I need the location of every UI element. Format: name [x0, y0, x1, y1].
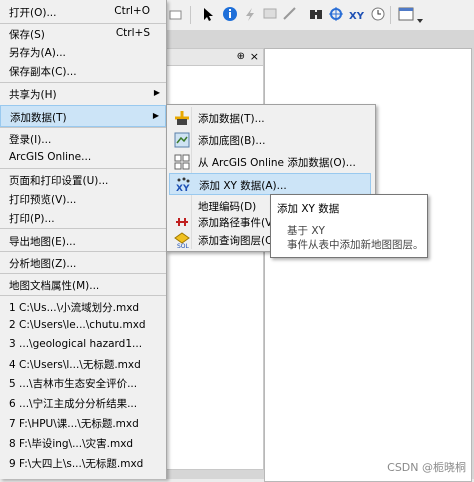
- recent-file-item[interactable]: 9 F:\大四上\s...\无标题.mxd: [0, 452, 166, 474]
- submenu-item-label: 从 ArcGIS Online 添加数据(O)...: [198, 157, 356, 169]
- svg-text:XY: XY: [349, 11, 364, 22]
- query-layer-icon: SQL: [174, 232, 190, 250]
- menu-item-label: 分析地图(Z)...: [9, 258, 77, 270]
- submenu-arrow-icon: ▶: [153, 88, 160, 97]
- submenu-item-add-data[interactable]: 添加数据(T)...: [169, 107, 371, 129]
- menu-item-label: 共享为(H): [9, 89, 57, 101]
- go-to-xy-icon[interactable]: [328, 6, 344, 22]
- menu-item-open[interactable]: 打开(O)... Ctrl+O: [0, 1, 166, 23]
- xy-data-icon: XY: [175, 177, 191, 194]
- select-elements-icon[interactable]: [200, 6, 216, 22]
- pin-icon[interactable]: ⊕: [237, 51, 245, 62]
- menu-item-export-map[interactable]: 导出地图(E)...: [0, 230, 166, 252]
- identify-icon[interactable]: [222, 6, 238, 22]
- find-icon[interactable]: [308, 6, 324, 22]
- menu-item-label: 另存为(A)...: [9, 47, 66, 59]
- tooltip-description: 事件从表中添加新地图图层。: [287, 239, 424, 251]
- menu-item-share-as[interactable]: 共享为(H) ▶: [0, 83, 166, 105]
- submenu-item-add-xy-data[interactable]: XY 添加 XY 数据(A)...: [169, 173, 371, 195]
- menu-item-label: 5 ...\吉林市生态安全评价...: [9, 378, 138, 390]
- submenu-item-add-basemap[interactable]: 添加底图(B)...: [169, 129, 371, 151]
- menu-item-label: 打印预览(V)...: [9, 194, 77, 206]
- submenu-arrow-icon: ▶: [152, 111, 159, 120]
- menu-item-save-copy[interactable]: 保存副本(C)...: [0, 60, 166, 82]
- toolbar-separator: [390, 6, 391, 24]
- menu-item-label: 7 F:\HPU\课...\无标题.mxd: [9, 418, 139, 430]
- arcgis-online-icon: [174, 154, 190, 170]
- menu-item-label: 登录(I)...: [9, 134, 52, 146]
- tooltip-title: 添加 XY 数据: [277, 203, 340, 215]
- menu-item-label: 1 C:\Us...\小流域划分.mxd: [9, 302, 140, 314]
- zoom-tool-icon[interactable]: [168, 7, 184, 23]
- menu-item-label: ArcGIS Online...: [9, 151, 92, 163]
- recent-file-item[interactable]: 6 ...\宁江主成分分析结果...: [0, 392, 166, 414]
- viewer-window-icon[interactable]: [398, 6, 414, 22]
- svg-text:XY: XY: [176, 184, 190, 193]
- add-xy-data-tooltip: 添加 XY 数据 基于 XY 事件从表中添加新地图图层。: [270, 194, 428, 258]
- submenu-item-label: 添加数据(T)...: [198, 113, 265, 125]
- tooltip-description: 基于 XY: [287, 225, 325, 237]
- toolbar-overflow-icon[interactable]: [416, 10, 424, 26]
- menu-separator: [0, 228, 166, 229]
- menu-item-label: 3 ...\geological hazard1...: [9, 338, 143, 350]
- menu-item-shortcut: Ctrl+S: [115, 27, 150, 39]
- menu-item-label: 6 ...\宁江主成分分析结果...: [9, 398, 138, 410]
- watermark: CSDN @栀晓桐: [387, 461, 466, 474]
- menu-item-label: 添加数据(T): [10, 112, 67, 124]
- time-slider-icon[interactable]: [370, 6, 386, 22]
- menu-item-label: 页面和打印设置(U)...: [9, 175, 109, 187]
- svg-text:SQL: SQL: [177, 243, 190, 248]
- menu-item-label: 2 C:\Users\le...\chutu.mxd: [9, 319, 146, 331]
- route-event-icon: [174, 214, 190, 230]
- recent-file-item[interactable]: 7 F:\HPU\课...\无标题.mxd: [0, 412, 166, 434]
- basemap-icon: [174, 132, 190, 148]
- menu-item-label: 保存(S): [9, 29, 45, 41]
- close-icon[interactable]: ×: [250, 50, 259, 63]
- recent-file-item[interactable]: 5 ...\吉林市生态安全评价...: [0, 372, 166, 394]
- menu-item-print[interactable]: 打印(P)...: [0, 207, 166, 229]
- html-popup-icon[interactable]: [262, 6, 278, 22]
- standard-toolbar: XY: [150, 0, 474, 31]
- submenu-item-add-from-arcgis-online[interactable]: 从 ArcGIS Online 添加数据(O)...: [169, 151, 371, 173]
- toc-title-bar: ⊕ ×: [161, 49, 263, 66]
- file-menu: 打开(O)... Ctrl+O 保存(S) Ctrl+S 另存为(A)... 保…: [0, 0, 167, 479]
- menu-item-analyze-map[interactable]: 分析地图(Z)...: [0, 252, 166, 274]
- menu-item-label: 导出地图(E)...: [9, 236, 76, 248]
- menu-item-label: 8 F:\毕设ing\...\灾害.mxd: [9, 438, 134, 450]
- submenu-item-label: 添加底图(B)...: [198, 135, 266, 147]
- add-data-icon: [174, 110, 190, 126]
- measure-icon[interactable]: [282, 6, 298, 22]
- menu-item-shortcut: Ctrl+O: [114, 5, 150, 17]
- menu-item-label: 打开(O)...: [9, 7, 57, 19]
- menu-item-arcgis-online[interactable]: ArcGIS Online...: [0, 147, 166, 169]
- toolbar-separator: [190, 6, 191, 24]
- hyperlink-icon[interactable]: [242, 6, 258, 22]
- menu-item-label: 打印(P)...: [9, 213, 55, 225]
- submenu-item-label: 添加 XY 数据(A)...: [199, 180, 287, 192]
- xy-icon[interactable]: XY: [348, 6, 365, 22]
- menu-item-add-data[interactable]: 添加数据(T) ▶: [0, 105, 166, 127]
- menu-item-label: 地图文档属性(M)...: [9, 280, 100, 292]
- menu-item-label: 保存副本(C)...: [9, 66, 77, 78]
- menu-item-label: 9 F:\大四上\s...\无标题.mxd: [9, 458, 144, 470]
- menu-item-document-properties[interactable]: 地图文档属性(M)...: [0, 274, 166, 296]
- recent-file-item[interactable]: 8 F:\毕设ing\...\灾害.mxd: [0, 432, 166, 454]
- menu-item-label: 4 C:\Users\l...\无标题.mxd: [9, 359, 141, 371]
